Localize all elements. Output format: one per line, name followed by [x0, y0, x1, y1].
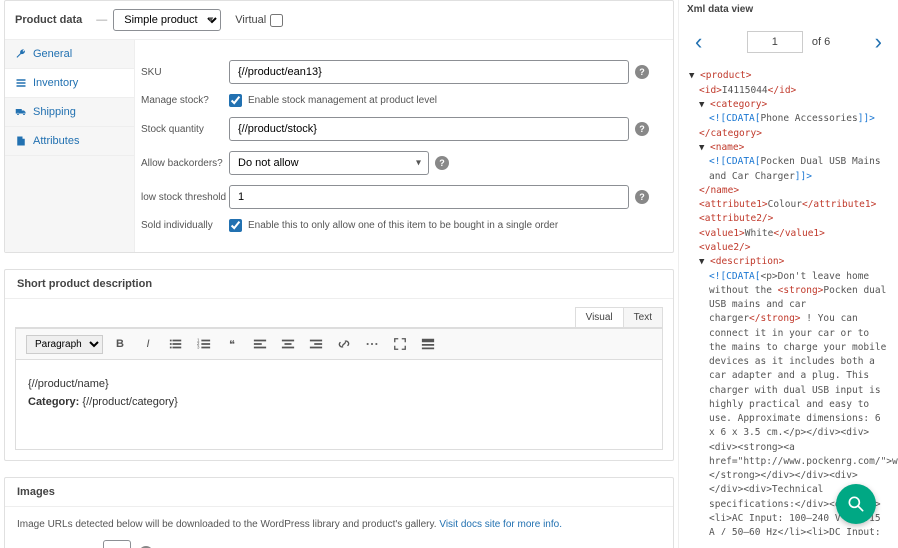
italic-icon[interactable]: I	[137, 333, 159, 355]
bold-icon[interactable]: B	[109, 333, 131, 355]
tab-attributes[interactable]: Attributes	[5, 127, 134, 156]
editor-content[interactable]: {//product/name} Category: {//product/ca…	[15, 360, 663, 450]
short-desc-panel: Short product description Visual Text Pa…	[4, 269, 674, 461]
images-panel: Images Image URLs detected below will be…	[4, 477, 674, 548]
toolbar-toggle-icon[interactable]	[417, 333, 439, 355]
page-number[interactable]: 1	[747, 31, 803, 53]
product-type-select[interactable]: Simple product	[113, 9, 221, 31]
help-fab[interactable]	[836, 484, 876, 524]
stock-qty-label: Stock quantity	[141, 124, 229, 135]
link-icon[interactable]	[333, 333, 355, 355]
paragraph-select[interactable]: Paragraph	[26, 335, 103, 354]
list-icon	[15, 77, 27, 89]
editor-toolbar: Paragraph B I 123 ❝	[15, 328, 663, 360]
editor-tab-text[interactable]: Text	[623, 307, 663, 327]
virtual-checkbox[interactable]	[270, 14, 283, 27]
tab-label: Attributes	[33, 135, 79, 147]
tab-label: General	[33, 48, 72, 60]
images-title: Images	[5, 478, 673, 507]
inventory-form: SKU ? Manage stock? Enable stock managem…	[135, 40, 673, 252]
images-docs-link[interactable]: Visit docs site for more info.	[439, 519, 562, 530]
sold-individually-text: Enable this to only allow one of this it…	[248, 220, 558, 231]
dash: —	[96, 14, 107, 26]
backorders-select[interactable]: Do not allow	[229, 151, 429, 175]
virtual-label: Virtual	[235, 14, 266, 26]
tab-general[interactable]: General	[5, 40, 134, 69]
fullscreen-icon[interactable]	[389, 333, 411, 355]
help-icon[interactable]: ?	[635, 190, 649, 204]
product-data-tabs: General Inventory Shipping	[5, 40, 135, 252]
low-stock-label: low stock threshold	[141, 192, 229, 203]
tab-shipping[interactable]: Shipping	[5, 98, 134, 127]
help-icon[interactable]: ?	[635, 122, 649, 136]
svg-text:3: 3	[197, 344, 200, 349]
stock-qty-input[interactable]	[229, 117, 629, 141]
wrench-icon	[15, 48, 27, 60]
xml-view-title: Xml data view	[679, 0, 898, 19]
quote-icon[interactable]: ❝	[221, 333, 243, 355]
ul-icon[interactable]	[165, 333, 187, 355]
sku-label: SKU	[141, 67, 229, 78]
note-icon	[15, 135, 27, 147]
sku-input[interactable]	[229, 60, 629, 84]
manage-stock-label: Manage stock?	[141, 95, 229, 106]
manage-stock-checkbox[interactable]	[229, 94, 242, 107]
sold-individually-checkbox[interactable]	[229, 219, 242, 232]
more-icon[interactable]	[361, 333, 383, 355]
page-of: of 6	[812, 36, 830, 48]
sold-individually-label: Sold individually	[141, 220, 229, 231]
ol-icon[interactable]: 123	[193, 333, 215, 355]
product-data-title: Product data	[15, 14, 82, 26]
backorders-label: Allow backorders?	[141, 158, 229, 169]
align-right-icon[interactable]	[305, 333, 327, 355]
content-line: {//product/name}	[28, 378, 650, 390]
low-stock-input[interactable]	[229, 185, 629, 209]
tab-inventory[interactable]: Inventory	[5, 69, 134, 98]
help-icon[interactable]: ?	[635, 65, 649, 79]
editor-tab-visual[interactable]: Visual	[575, 307, 624, 327]
manage-stock-text: Enable stock management at product level	[248, 95, 437, 106]
truck-icon	[15, 106, 27, 118]
images-sep-input[interactable]	[103, 540, 131, 548]
prev-icon[interactable]: ‹	[695, 29, 702, 55]
images-desc: Image URLs detected below will be downlo…	[17, 519, 661, 530]
next-icon[interactable]: ›	[875, 29, 882, 55]
align-center-icon[interactable]	[277, 333, 299, 355]
tab-label: Shipping	[33, 106, 76, 118]
help-icon[interactable]: ?	[435, 156, 449, 170]
product-data-panel: Product data — Simple product ▾ Virtual	[4, 0, 674, 253]
content-line: Category: {//product/category}	[28, 396, 650, 408]
align-left-icon[interactable]	[249, 333, 271, 355]
tab-label: Inventory	[33, 77, 78, 89]
short-desc-title: Short product description	[5, 270, 673, 299]
xml-tree[interactable]: ▼<product> <id>I4115044</id> ▼<category>…	[679, 65, 898, 535]
search-icon	[846, 494, 866, 514]
